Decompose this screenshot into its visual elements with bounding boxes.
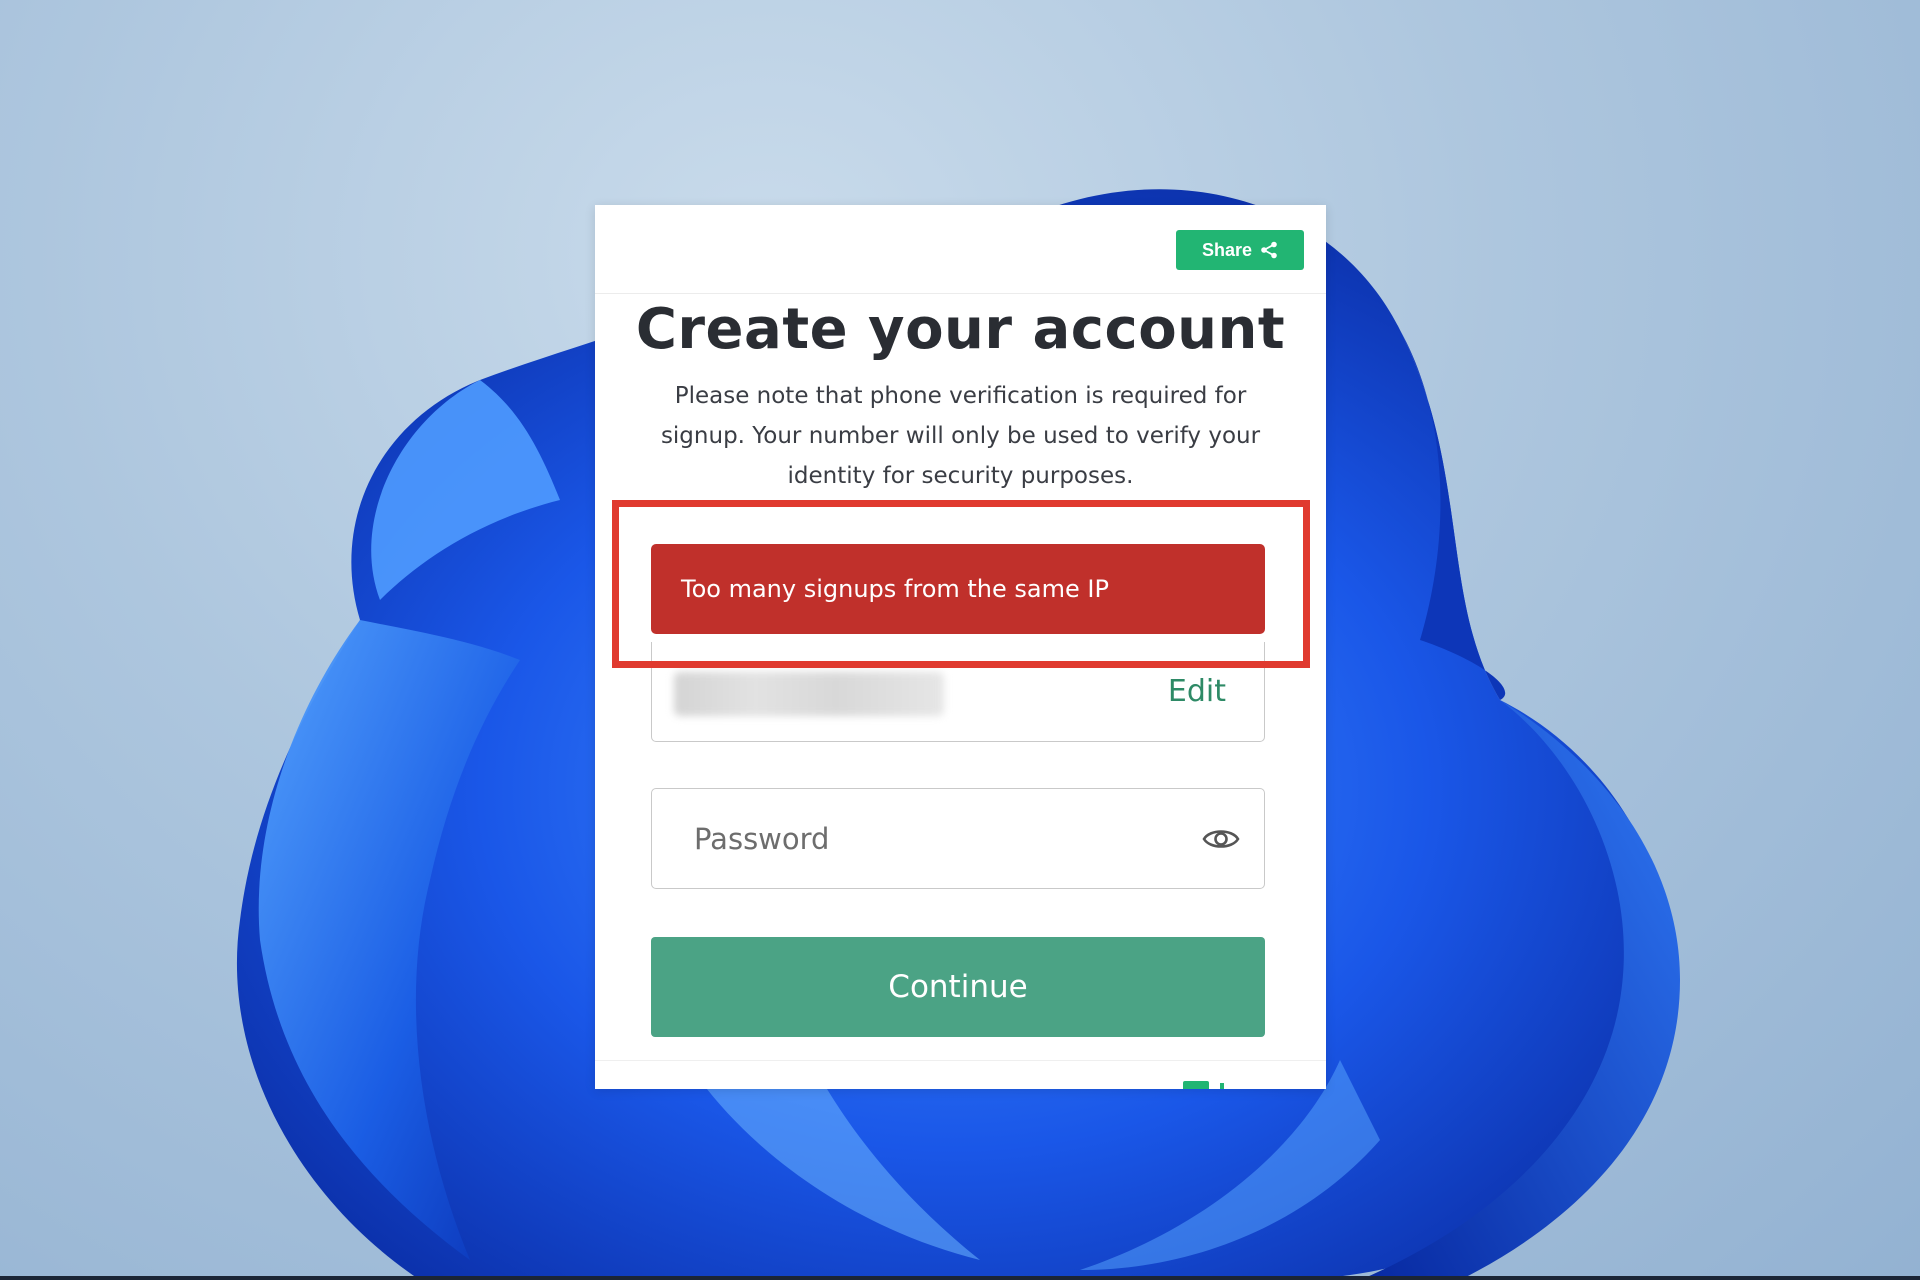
footer-widget-peek-accent	[1220, 1083, 1224, 1089]
footer-widget-peek	[1183, 1081, 1209, 1089]
edit-email-link[interactable]: Edit	[1168, 674, 1226, 709]
page-title: Create your account	[635, 297, 1286, 362]
redacted-email	[674, 672, 944, 716]
eye-icon[interactable]	[1202, 823, 1240, 855]
password-field	[651, 788, 1265, 889]
continue-button[interactable]: Continue	[651, 937, 1265, 1037]
dialog-header: Share	[595, 205, 1326, 294]
taskbar-edge	[0, 1276, 1920, 1280]
share-icon	[1261, 241, 1277, 259]
phone-verification-notice: Please note that phone verification is r…	[660, 383, 1261, 489]
share-button[interactable]: Share	[1176, 230, 1304, 270]
error-highlight-frame	[612, 500, 1310, 668]
password-input[interactable]	[692, 815, 1156, 863]
share-label: Share	[1201, 239, 1253, 260]
dialog-footer-divider	[595, 1060, 1326, 1061]
